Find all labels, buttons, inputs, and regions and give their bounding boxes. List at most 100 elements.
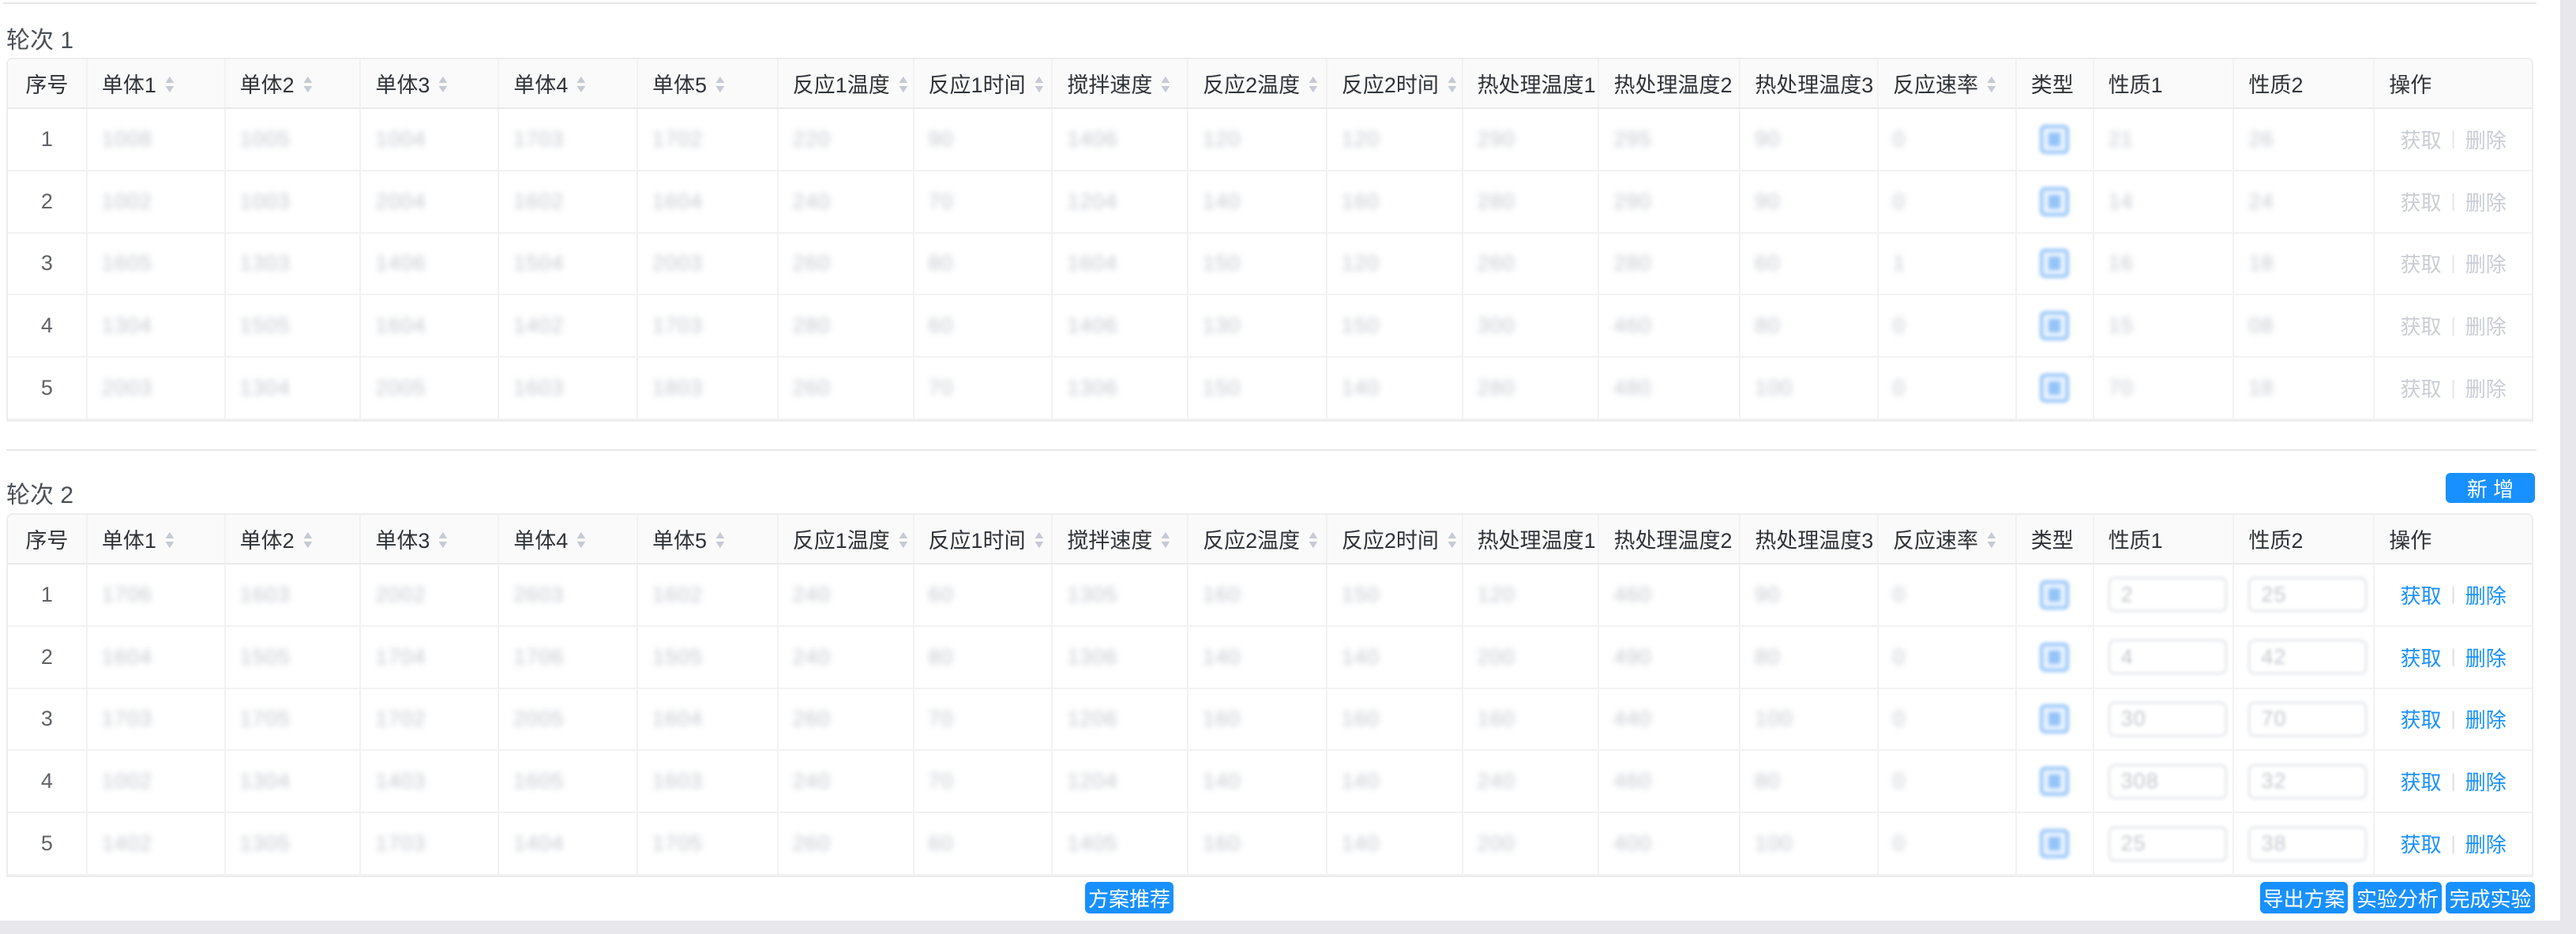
cell-reaction2-temp: 160 xyxy=(1188,565,1327,625)
caret-down-icon: ▼ xyxy=(301,84,315,93)
cell-prop1: 30 xyxy=(2094,689,2235,750)
cell-value: 1305 xyxy=(1067,583,1117,607)
column-header-heat-temp-2[interactable]: 热处理温度2▲▼ xyxy=(1599,59,1740,107)
action-separator: | xyxy=(2450,708,2455,730)
cell-reaction1-time: 60 xyxy=(914,813,1053,874)
fetch-link[interactable]: 获取 xyxy=(2400,829,2441,858)
column-header-heat-temp-2[interactable]: 热处理温度2▲▼ xyxy=(1599,515,1740,563)
cell-value: 21 xyxy=(2108,127,2134,152)
column-header-monomer2[interactable]: 单体2▲▼ xyxy=(226,515,362,563)
column-header-reaction2-temp[interactable]: 反应2温度▲▼ xyxy=(1188,515,1327,563)
column-header-reaction1-time[interactable]: 反应1时间▲▼ xyxy=(914,59,1053,107)
prop2-input[interactable]: 70 xyxy=(2248,702,2367,737)
experiment-analysis-button[interactable]: 实验分析 xyxy=(2353,882,2442,913)
cell-value: 1603 xyxy=(513,376,564,400)
column-header-reaction1-time[interactable]: 反应1时间▲▼ xyxy=(914,515,1053,563)
cell-type xyxy=(2017,295,2094,356)
caret-down-icon: ▼ xyxy=(436,539,450,549)
prop2-input[interactable]: 32 xyxy=(2248,764,2367,799)
prop2-input[interactable]: 38 xyxy=(2248,827,2367,861)
column-header-monomer1[interactable]: 单体1▲▼ xyxy=(88,59,226,107)
delete-link[interactable]: 删除 xyxy=(2465,767,2507,796)
recommend-plan-button[interactable]: 方案推荐 xyxy=(1085,882,1173,913)
column-header-prop1: 性质1 xyxy=(2094,515,2235,563)
column-header-reaction2-temp[interactable]: 反应2温度▲▼ xyxy=(1188,59,1327,107)
cell-heat-temp-2: 400 xyxy=(1599,813,1740,874)
prop1-input[interactable]: 25 xyxy=(2108,827,2227,861)
cell-value: 1405 xyxy=(1067,831,1117,856)
caret-down-icon: ▼ xyxy=(713,539,727,549)
cell-value: 60 xyxy=(929,313,954,338)
complete-experiment-button[interactable]: 完成实验 xyxy=(2446,882,2535,913)
column-header-heat-temp-1[interactable]: 热处理温度1▲▼ xyxy=(1463,515,1600,563)
vertical-scrollbar[interactable] xyxy=(2560,0,2576,934)
column-header-reaction1-temp[interactable]: 反应1温度▲▼ xyxy=(779,515,914,563)
cell-heat-temp-2: 490 xyxy=(1599,627,1740,688)
column-header-monomer2[interactable]: 单体2▲▼ xyxy=(226,59,362,107)
cell-prop1: 14 xyxy=(2094,171,2235,232)
delete-link[interactable]: 删除 xyxy=(2465,704,2507,733)
cell-reaction-rate: 0 xyxy=(1879,627,2017,688)
type-tag-glyph xyxy=(2048,712,2060,726)
column-header-monomer1[interactable]: 单体1▲▼ xyxy=(88,515,226,563)
column-header-stir-speed[interactable]: 搅拌速度▲▼ xyxy=(1053,59,1188,107)
prop2-input[interactable]: 42 xyxy=(2248,640,2367,674)
fetch-link[interactable]: 获取 xyxy=(2400,704,2441,733)
column-header-monomer3[interactable]: 单体3▲▼ xyxy=(361,515,499,563)
cell-reaction2-temp: 120 xyxy=(1188,109,1327,170)
column-header-reaction-rate[interactable]: 反应速率▲▼ xyxy=(1879,515,2017,563)
cell-value: 1603 xyxy=(652,769,703,793)
column-header-monomer4[interactable]: 单体4▲▼ xyxy=(499,59,638,107)
delete-link[interactable]: 删除 xyxy=(2465,643,2507,672)
sorter-icons: ▲▼ xyxy=(164,530,175,549)
fetch-link[interactable]: 获取 xyxy=(2400,580,2441,610)
cell-value: 1706 xyxy=(513,645,564,670)
cell-reaction2-time: 120 xyxy=(1327,234,1463,294)
column-header-heat-temp-1[interactable]: 热处理温度1▲▼ xyxy=(1463,59,1600,107)
prop1-input[interactable]: 2 xyxy=(2108,577,2227,612)
column-header-monomer5[interactable]: 单体5▲▼ xyxy=(638,515,779,563)
column-header-heat-temp-3[interactable]: 热处理温度3▲▼ xyxy=(1740,59,1879,107)
column-label: 序号 xyxy=(25,68,68,99)
cell-value: 1803 xyxy=(652,376,703,400)
cell-monomer3: 2005 xyxy=(361,358,499,418)
prop2-input[interactable]: 25 xyxy=(2248,577,2367,612)
cell-value: 15 xyxy=(2108,313,2134,338)
cell-monomer2: 1303 xyxy=(226,234,362,294)
prop1-input[interactable]: 30 xyxy=(2108,702,2227,737)
column-header-reaction1-temp[interactable]: 反应1温度▲▼ xyxy=(779,59,914,107)
cell-value: 90 xyxy=(1755,127,1780,152)
sorter-icons: ▲▼ xyxy=(1447,530,1458,549)
sorter-icons: ▲▼ xyxy=(1447,74,1458,93)
column-header-reaction2-time[interactable]: 反应2时间▲▼ xyxy=(1327,59,1463,107)
column-header-reaction2-time[interactable]: 反应2时间▲▼ xyxy=(1327,515,1463,563)
prop1-input[interactable]: 4 xyxy=(2108,640,2227,674)
type-tag-glyph xyxy=(2048,257,2060,270)
column-header-stir-speed[interactable]: 搅拌速度▲▼ xyxy=(1053,515,1188,563)
fetch-link[interactable]: 获取 xyxy=(2400,643,2441,672)
cell-reaction1-time: 60 xyxy=(914,295,1053,356)
top-divider xyxy=(3,2,2537,4)
cell-value: 1605 xyxy=(102,251,152,276)
column-header-reaction-rate[interactable]: 反应速率▲▼ xyxy=(1879,59,2017,107)
column-header-heat-temp-3[interactable]: 热处理温度3▲▼ xyxy=(1740,515,1879,563)
cell-value: 80 xyxy=(929,645,954,670)
cell-stir-speed: 1306 xyxy=(1053,358,1188,418)
cell-monomer5: 2003 xyxy=(638,234,779,294)
cell-reaction2-time: 120 xyxy=(1327,109,1463,170)
cell-value: 240 xyxy=(793,645,831,670)
export-plan-button[interactable]: 导出方案 xyxy=(2260,882,2348,913)
add-row-button[interactable]: 新 增 xyxy=(2446,473,2535,503)
delete-link[interactable]: 删除 xyxy=(2465,829,2507,858)
column-header-monomer4[interactable]: 单体4▲▼ xyxy=(499,515,638,563)
cell-stir-speed: 1406 xyxy=(1053,109,1188,170)
sorter-icons: ▲▼ xyxy=(898,530,909,549)
table-row: 3170317051702200516042607012061601601604… xyxy=(8,689,2532,752)
delete-link[interactable]: 删除 xyxy=(2465,580,2507,610)
cell-value: 1306 xyxy=(1067,645,1117,670)
prop1-input[interactable]: 308 xyxy=(2108,764,2227,799)
column-header-monomer3[interactable]: 单体3▲▼ xyxy=(361,59,499,107)
sorter-icons: ▲▼ xyxy=(715,530,726,549)
fetch-link[interactable]: 获取 xyxy=(2400,767,2441,796)
column-header-monomer5[interactable]: 单体5▲▼ xyxy=(638,59,779,107)
